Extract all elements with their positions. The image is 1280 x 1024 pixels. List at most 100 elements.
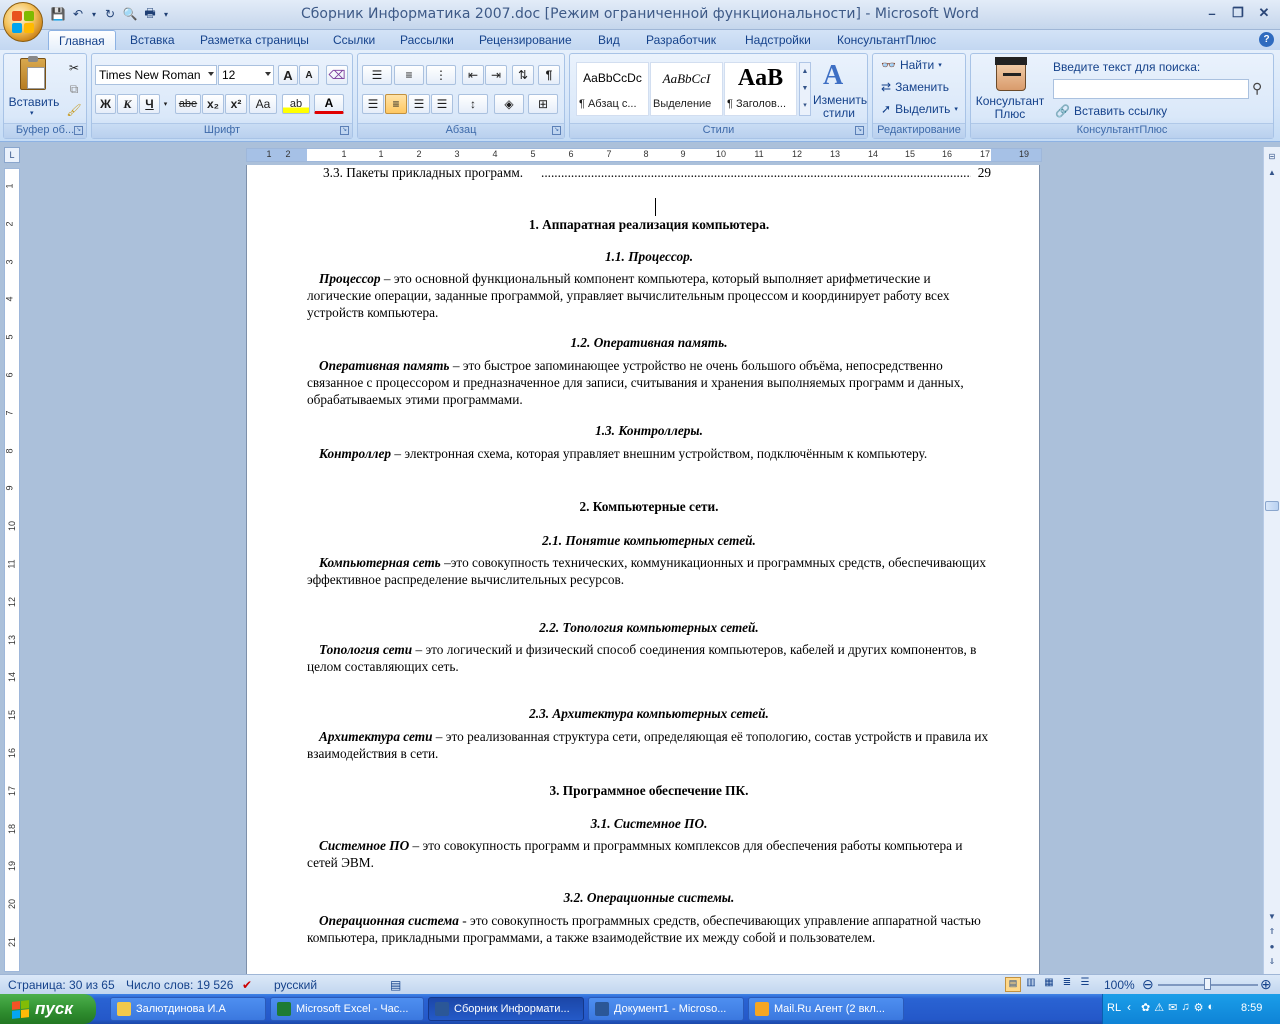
superscript-button[interactable]: x² [225,94,247,114]
start-button[interactable]: пуск [0,994,96,1024]
subscript-button[interactable]: x₂ [202,94,224,114]
heading-2[interactable]: 3.2. Операционные системы. [307,890,991,906]
tray-expand-icon[interactable]: ‹ [1127,1000,1131,1014]
tab-developer[interactable]: Разработчик [646,33,716,47]
restore-icon[interactable]: ❐ [1226,3,1250,23]
paragraph[interactable]: Контроллер – электронная схема, которая … [307,445,991,462]
shrink-font-button[interactable]: A [299,65,319,85]
heading-2[interactable]: 2.2. Топология компьютерных сетей. [307,620,991,636]
bullets-icon[interactable]: ☰ [362,65,392,85]
replace-button[interactable]: ⇄ Заменить [881,80,949,94]
tab-selector-icon[interactable]: L [4,147,20,163]
print-layout-icon[interactable]: ▤ [1005,977,1021,992]
tray-app-icon[interactable]: ◐ [1207,1001,1214,1014]
cut-icon[interactable]: ✂ [64,58,84,78]
taskbar-item-word-active[interactable]: Сборник Информати... [428,997,584,1021]
taskbar-item-mail-agent[interactable]: Mail.Ru Агент (2 вкл... [748,997,904,1021]
heading-2[interactable]: 1.2. Оперативная память. [307,335,991,351]
page-counter[interactable]: Страница: 30 из 65 [8,978,115,992]
show-marks-button[interactable]: ¶ [538,65,560,85]
justify-icon[interactable]: ☰ [431,94,453,114]
paragraph[interactable]: Операционная система - это совокупность … [307,912,991,946]
vertical-ruler[interactable]: 1 2 3 4 5 6 7 8 9 10 11 12 13 14 15 16 17 18 19 20 21 [4,168,20,972]
heading-2[interactable]: 3.1. Системное ПО. [307,816,991,832]
borders-icon[interactable]: ⊞ [528,94,558,114]
help-icon[interactable]: ? [1259,32,1274,47]
increase-indent-icon[interactable]: ⇥ [485,65,507,85]
zoom-in-icon[interactable]: ⊕ [1260,976,1272,993]
highlight-button[interactable]: ab [282,94,310,114]
tab-addins[interactable]: Надстройки [745,33,811,47]
select-button[interactable]: ➚ Выделить ▾ [881,102,958,116]
scroll-up-icon[interactable]: ▲ [1265,165,1279,179]
grow-font-button[interactable]: A [278,65,298,85]
clear-format-icon[interactable]: ⌫ [326,65,348,85]
align-right-icon[interactable]: ☰ [408,94,430,114]
draft-icon[interactable]: ☰ [1077,977,1093,992]
heading-1[interactable]: 3. Программное обеспечение ПК. [307,783,991,799]
style-heading[interactable]: AaB ¶ Заголов... [724,62,797,116]
underline-button[interactable]: Ч [139,94,160,114]
taskbar-item-word[interactable]: Документ1 - Microso... [588,997,744,1021]
tab-review[interactable]: Рецензирование [479,33,572,47]
horizontal-ruler[interactable]: 1 2 1 1 2 3 4 5 6 7 8 9 10 11 12 13 14 15 16 17 19 [246,148,1042,162]
paragraph[interactable]: Компьютерная сеть –это совокупность техн… [307,554,991,588]
tray-app-icon[interactable]: ✉ [1168,1001,1177,1014]
minimize-icon[interactable]: – [1200,3,1224,23]
underline-dropdown-icon[interactable]: ▾ [161,94,170,114]
font-name-combo[interactable]: Times New Roman [95,65,217,85]
heading-1[interactable]: 1. Аппаратная реализация компьютера. [307,217,991,233]
heading-2[interactable]: 2.3. Архитектура компьютерных сетей. [307,706,991,722]
zoom-level[interactable]: 100% [1104,978,1135,992]
scroll-down-icon[interactable]: ▼ [1265,909,1279,923]
outline-icon[interactable]: ≣ [1059,977,1075,992]
font-size-combo[interactable]: 12 [218,65,274,85]
numbering-icon[interactable]: ≡ [394,65,424,85]
language-bar[interactable]: RL [1107,1002,1121,1014]
tab-insert[interactable]: Вставка [130,33,175,47]
paste-button[interactable]: Вставить ▾ [8,56,60,118]
paragraph[interactable]: Архитектура сети – это реализованная стр… [307,728,991,762]
scroll-thumb[interactable] [1265,501,1279,511]
clock[interactable]: 8:59 [1241,1002,1262,1014]
clipboard-launcher-icon[interactable]: ↘ [74,126,83,135]
toc-line[interactable]: 3.3. Пакеты прикладных программ. .......… [323,165,991,181]
tray-app-icon[interactable]: ⚠ [1154,1001,1164,1014]
heading-1[interactable]: 2. Компьютерные сети. [307,499,991,515]
tab-view[interactable]: Вид [598,33,620,47]
tray-app-icon[interactable]: ⚙ [1194,1001,1204,1014]
tab-home[interactable]: Главная [48,30,116,52]
format-painter-icon[interactable]: 🖌 [64,100,84,120]
sort-icon[interactable]: ⇅ [512,65,534,85]
tab-references[interactable]: Ссылки [333,33,375,47]
bold-button[interactable]: Ж [95,94,116,114]
zoom-slider-thumb[interactable] [1204,978,1211,990]
multilevel-list-icon[interactable]: ⋮ [426,65,456,85]
copy-icon[interactable]: ⧉ [64,79,84,99]
style-emphasis[interactable]: AaBbCcI Выделение [650,62,723,116]
heading-2[interactable]: 2.1. Понятие компьютерных сетей. [307,533,991,549]
heading-2[interactable]: 1.3. Контроллеры. [307,423,991,439]
tab-consultant[interactable]: КонсультантПлюс [837,33,936,47]
tab-page-layout[interactable]: Разметка страницы [200,33,309,47]
tray-app-icon[interactable]: ✿ [1141,1001,1150,1014]
search-icon[interactable]: ⚲ [1252,80,1270,98]
change-styles-button[interactable]: A Изменить стили [813,58,867,120]
styles-scroll[interactable]: ▲ ▼ ▾ [799,62,811,116]
paragraph[interactable]: Системное ПО – это совокупность программ… [307,837,991,871]
proofing-icon[interactable]: ✔ [242,978,252,992]
document-page[interactable]: 3.3. Пакеты прикладных программ. .......… [246,165,1040,974]
strikethrough-button[interactable]: abe [175,94,201,114]
change-case-button[interactable]: Aa [249,94,277,114]
paragraph[interactable]: Процессор – это основной функциональный … [307,270,991,322]
paragraph[interactable]: Оперативная память – это быстрое запомин… [307,357,991,409]
vertical-scrollbar[interactable]: ⊟ ▲ ▼ ⇑ ● ⇓ [1263,147,1280,974]
consultant-button[interactable]: Консультант Плюс [974,57,1046,121]
paragraph[interactable]: Топология сети – это логический и физиче… [307,641,991,675]
align-center-icon[interactable]: ≡ [385,94,407,114]
font-launcher-icon[interactable]: ↘ [340,126,349,135]
macro-record-icon[interactable]: ▤ [390,978,401,992]
next-page-icon[interactable]: ⇓ [1265,954,1279,968]
align-left-icon[interactable]: ☰ [362,94,384,114]
taskbar-item-folder[interactable]: Залютдинова И.А [110,997,266,1021]
